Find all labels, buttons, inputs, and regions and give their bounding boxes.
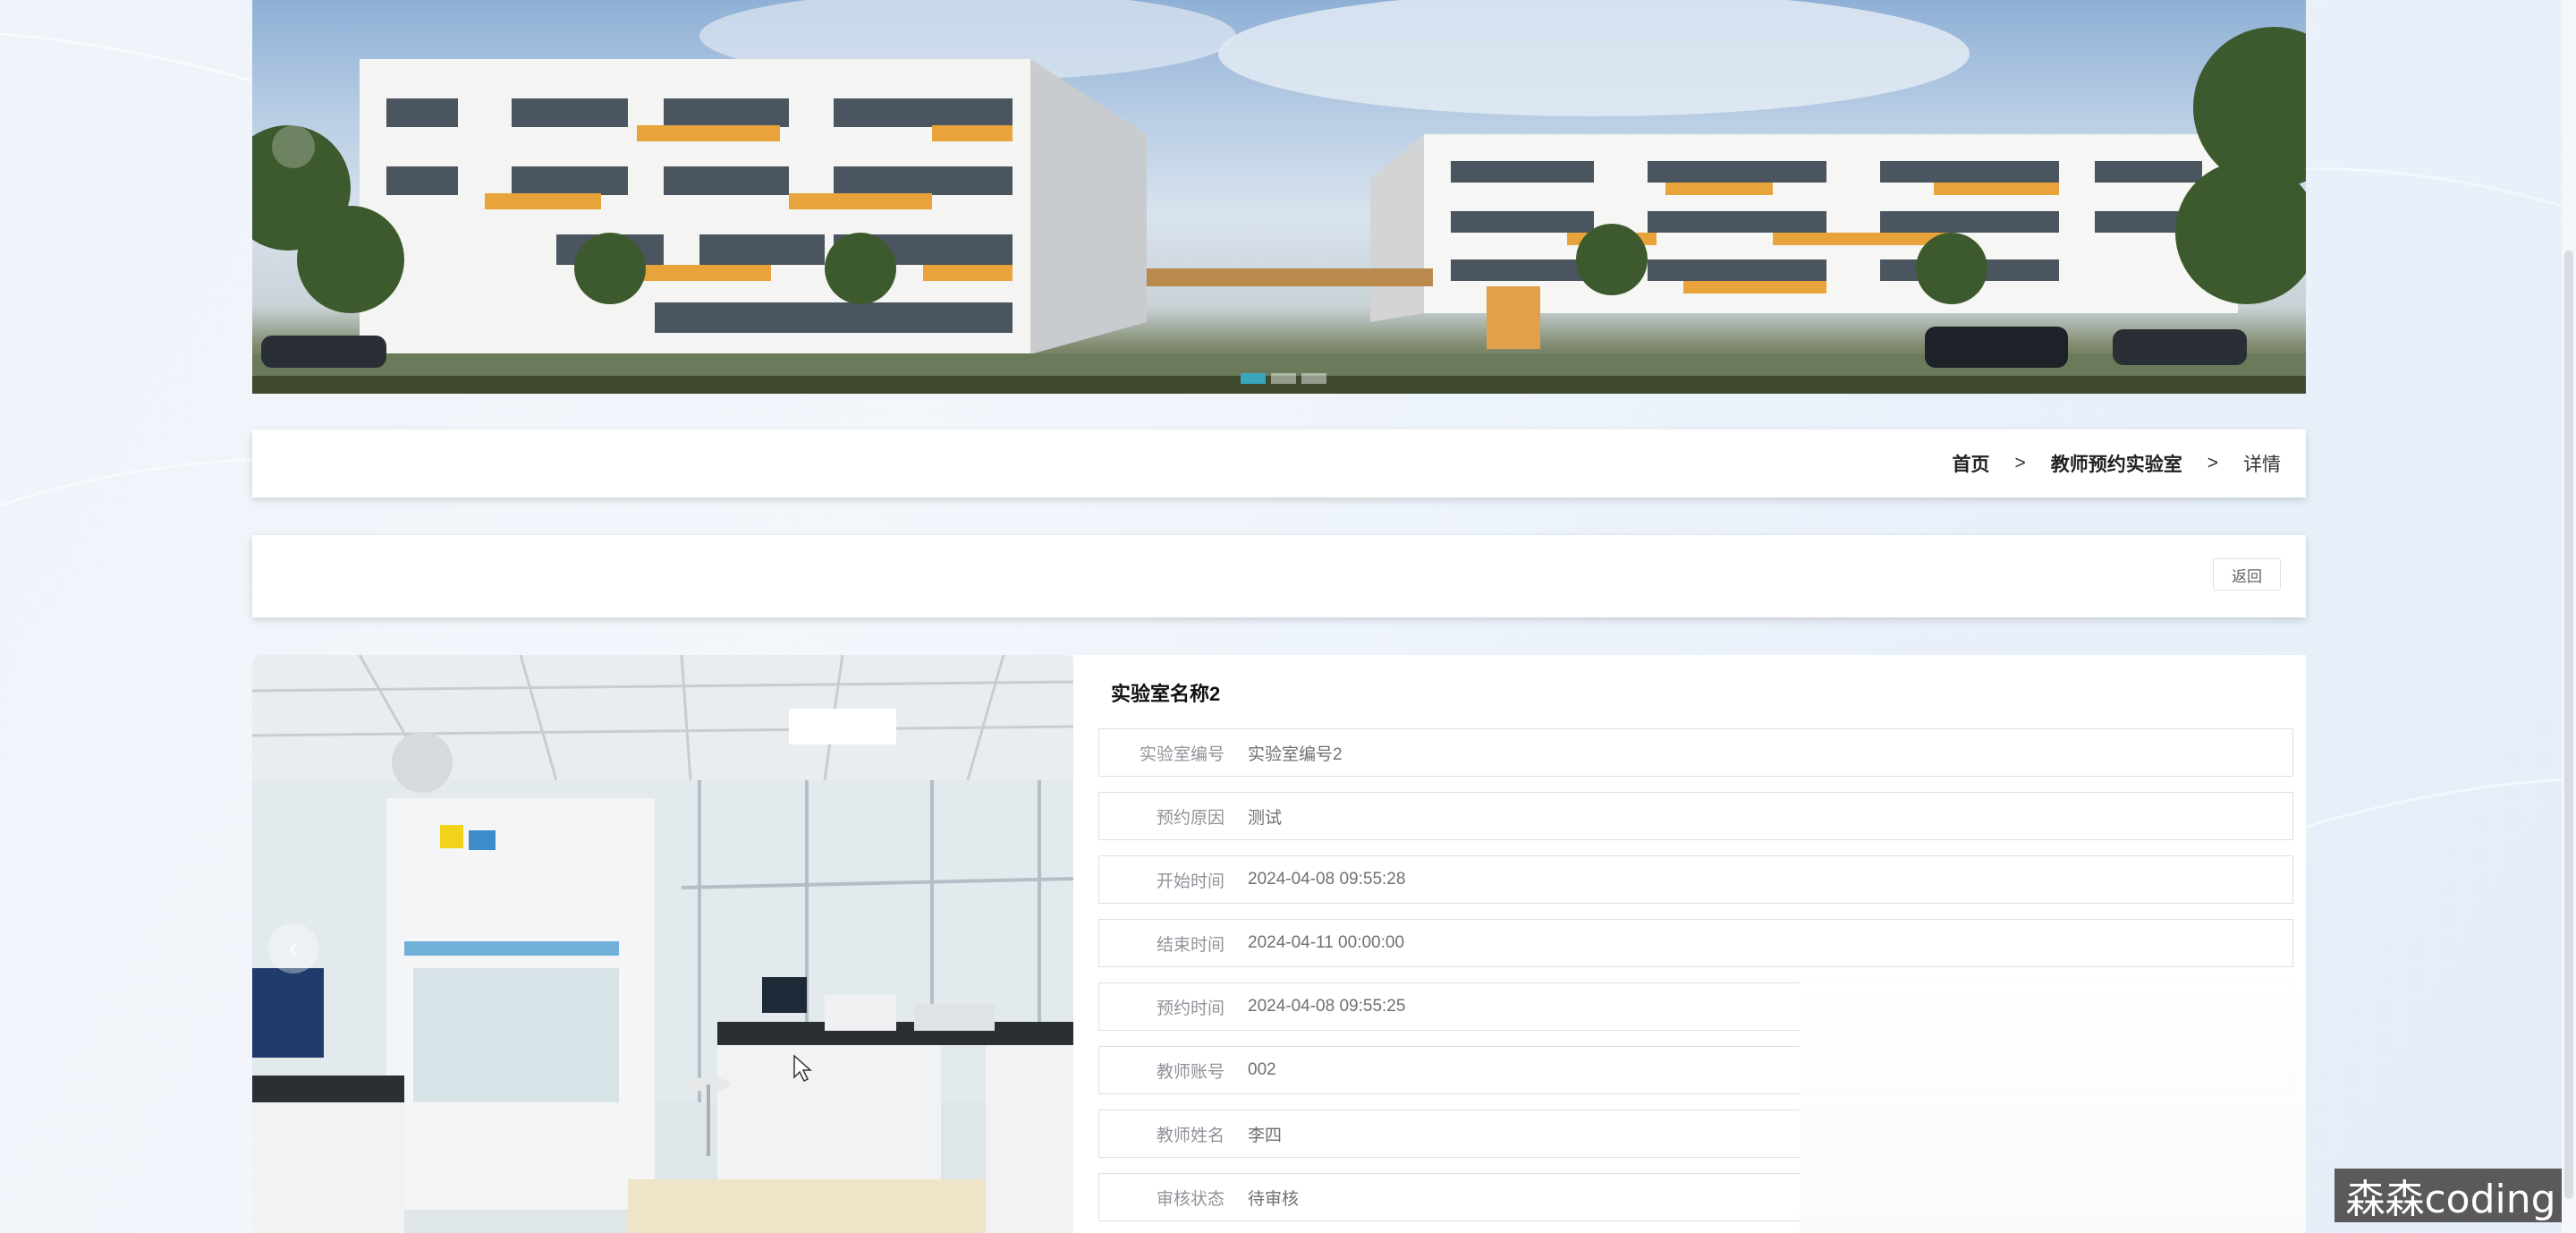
- scrollbar[interactable]: [2562, 0, 2576, 1233]
- lab-image-carousel[interactable]: ‹: [252, 655, 1073, 1233]
- field-value: 待审核: [1248, 1189, 1300, 1209]
- field-value: 李四: [1248, 1126, 1283, 1145]
- field-label: 预约原因: [1156, 808, 1224, 828]
- breadcrumb-separator: >: [2014, 453, 2026, 473]
- field-label: 教师账号: [1156, 1062, 1224, 1082]
- field-value: 002: [1248, 1060, 1276, 1079]
- carousel-dot[interactable]: [1301, 373, 1326, 384]
- back-button[interactable]: 返回: [2213, 558, 2281, 591]
- field-lab-number: 实验室编号 实验室编号2: [1098, 728, 2293, 777]
- field-value: 测试: [1248, 808, 1283, 828]
- field-label: 实验室编号: [1139, 744, 1224, 764]
- banner-carousel[interactable]: [252, 0, 2306, 394]
- watermark: 森森coding: [2334, 1169, 2567, 1222]
- mouse-cursor-icon: [793, 1054, 812, 1083]
- field-value: 2024-04-08 09:55:25: [1248, 997, 1406, 1016]
- field-start-time: 开始时间 2024-04-08 09:55:28: [1098, 855, 2293, 904]
- image-prev-button[interactable]: ‹: [268, 923, 318, 974]
- breadcrumb: 首页 > 教师预约实验室 > 详情: [252, 429, 2306, 497]
- field-label: 教师姓名: [1156, 1126, 1224, 1145]
- field-end-time: 结束时间 2024-04-11 00:00:00: [1098, 919, 2293, 967]
- lab-photo: [252, 655, 1073, 1233]
- field-value: 2024-04-08 09:55:28: [1248, 870, 1406, 889]
- breadcrumb-current: 详情: [2243, 455, 2281, 475]
- field-value: 2024-04-11 00:00:00: [1248, 933, 1405, 952]
- field-label: 预约时间: [1156, 999, 1224, 1018]
- scrollbar-thumb[interactable]: [2564, 251, 2573, 1199]
- field-label: 结束时间: [1156, 935, 1224, 955]
- field-label: 开始时间: [1156, 872, 1224, 891]
- carousel-indicators: [1241, 373, 1326, 384]
- campus-building-image: [252, 0, 2306, 394]
- breadcrumb-section[interactable]: 教师预约实验室: [2051, 450, 2182, 477]
- overlay-fade: [1800, 979, 2306, 1233]
- breadcrumb-separator: >: [2207, 453, 2218, 473]
- carousel-dot[interactable]: [1271, 373, 1296, 384]
- banner-prev-button[interactable]: [272, 125, 315, 168]
- action-bar: 返回: [252, 535, 2306, 617]
- breadcrumb-home[interactable]: 首页: [1952, 450, 1989, 477]
- field-value: 实验室编号2: [1248, 744, 1343, 764]
- carousel-dot[interactable]: [1241, 373, 1266, 384]
- field-label: 审核状态: [1156, 1189, 1224, 1209]
- lab-name-title: 实验室名称2: [1111, 683, 1221, 705]
- field-reason: 预约原因 测试: [1098, 792, 2293, 840]
